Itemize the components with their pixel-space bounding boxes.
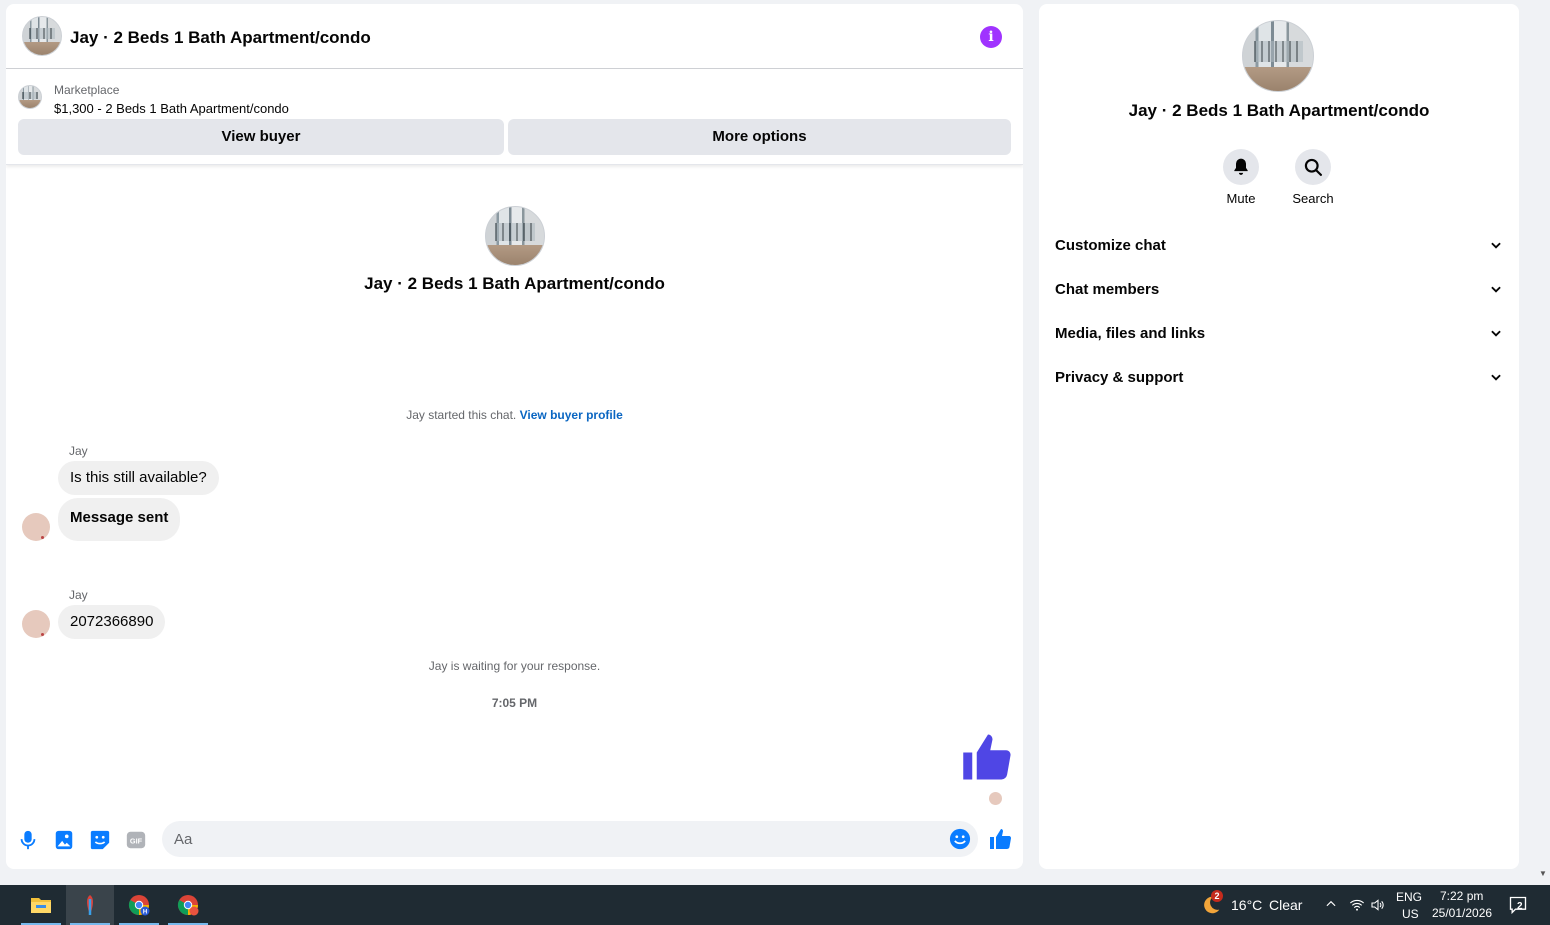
windows-taskbar: H 2 16°C Clear ENG US 7:22 pm 25/01/2026…	[0, 885, 1550, 925]
view-buyer-button[interactable]: View buyer	[18, 119, 504, 155]
message-input[interactable]	[162, 821, 978, 857]
privacy-support-section[interactable]: Privacy & support	[1055, 366, 1503, 390]
photo-icon[interactable]	[53, 829, 75, 851]
sender-avatar[interactable]	[22, 513, 50, 541]
search-button[interactable]: Search	[1273, 149, 1353, 206]
message-bubble[interactable]: Message sent	[58, 498, 181, 541]
notification-count: 2	[1517, 901, 1523, 912]
clock-date[interactable]: 25/01/2026	[1432, 906, 1492, 920]
chevron-down-icon	[1491, 286, 1501, 293]
page-scrollbar[interactable]: ▼	[1536, 0, 1550, 885]
app-icon	[87, 895, 93, 915]
message-bubble[interactable]: 2072366890	[58, 605, 166, 639]
conversation-title: Jay · 2 Beds 1 Bath Apartment/condo	[364, 274, 665, 293]
input-region[interactable]: US	[1402, 907, 1419, 921]
section-label: Media, files and links	[1055, 325, 1206, 342]
conversation-avatar[interactable]	[485, 206, 545, 266]
like-icon[interactable]	[989, 827, 1013, 851]
message-bubble[interactable]: Is this still available?	[58, 461, 219, 495]
chat-info-panel: Jay · 2 Beds 1 Bath Apartment/condo Mute…	[1039, 4, 1519, 869]
chat-started-text: Jay started this chat.	[406, 408, 517, 422]
chat-panel: Jay · 2 Beds 1 Bath Apartment/condo i Ma…	[6, 4, 1023, 869]
chrome-profile-h-taskbar-button[interactable]: H	[115, 885, 163, 925]
svg-text:GIF: GIF	[130, 837, 143, 846]
media-files-links-section[interactable]: Media, files and links	[1055, 322, 1503, 346]
marketplace-strip: Marketplace $1,300 - 2 Beds 1 Bath Apart…	[6, 69, 1023, 165]
mute-label: Mute	[1226, 191, 1256, 206]
info-icon[interactable]: i	[980, 26, 1002, 48]
chrome-icon	[177, 895, 199, 916]
search-icon	[1295, 149, 1331, 185]
folder-icon	[31, 898, 51, 913]
chrome-icon: H	[128, 895, 150, 916]
chevron-up-icon[interactable]	[1324, 897, 1338, 911]
emoji-icon[interactable]	[949, 828, 971, 850]
search-label: Search	[1292, 191, 1334, 206]
sticker-icon[interactable]	[89, 829, 111, 851]
chat-header: Jay · 2 Beds 1 Bath Apartment/condo i	[6, 4, 1023, 69]
more-options-button[interactable]: More options	[508, 119, 1011, 155]
network-icon[interactable]	[1349, 897, 1365, 913]
bell-icon	[1223, 149, 1259, 185]
chevron-down-icon	[1491, 242, 1501, 249]
microphone-icon[interactable]	[17, 829, 39, 851]
svg-text:H: H	[143, 910, 147, 916]
view-buyer-profile-link[interactable]: View buyer profile	[520, 408, 623, 422]
info-title: Jay · 2 Beds 1 Bath Apartment/condo	[1128, 101, 1430, 120]
volume-icon[interactable]	[1370, 897, 1386, 913]
weather-condition[interactable]: Clear	[1269, 897, 1302, 913]
chat-started-notice: Jay started this chat. View buyer profil…	[6, 408, 1023, 422]
message-sender: Jay	[69, 444, 88, 458]
message-timestamp: 7:05 PM	[491, 696, 538, 710]
scroll-down-arrow-icon[interactable]: ▼	[1539, 869, 1547, 878]
customize-chat-section[interactable]: Customize chat	[1055, 234, 1503, 258]
app-taskbar-button[interactable]	[66, 885, 114, 925]
sender-avatar[interactable]	[22, 610, 50, 638]
section-label: Customize chat	[1055, 237, 1166, 254]
sent-like-icon[interactable]	[961, 730, 1015, 784]
listing-price-title[interactable]: $1,300 - 2 Beds 1 Bath Apartment/condo	[54, 101, 289, 116]
file-explorer-taskbar-button[interactable]	[17, 885, 65, 925]
chevron-down-icon	[1491, 374, 1501, 381]
info-avatar[interactable]	[1242, 20, 1314, 92]
listing-avatar[interactable]	[22, 16, 62, 56]
listing-thumbnail[interactable]	[18, 85, 42, 109]
section-label: Privacy & support	[1055, 369, 1184, 386]
waiting-notice: Jay is waiting for your response.	[428, 659, 601, 673]
seen-receipt-avatar	[989, 792, 1002, 805]
chat-title[interactable]: Jay · 2 Beds 1 Bath Apartment/condo	[70, 28, 371, 48]
marketplace-label: Marketplace	[54, 83, 120, 97]
weather-temperature[interactable]: 16°C	[1231, 897, 1262, 913]
chat-members-section[interactable]: Chat members	[1055, 278, 1503, 302]
section-label: Chat members	[1055, 281, 1160, 298]
chevron-down-icon	[1491, 330, 1501, 337]
clock-time[interactable]: 7:22 pm	[1440, 889, 1483, 903]
message-sender: Jay	[69, 588, 88, 602]
input-language[interactable]: ENG	[1396, 890, 1422, 904]
mute-button[interactable]: Mute	[1201, 149, 1281, 206]
gif-icon[interactable]: GIF	[125, 829, 147, 851]
weather-badge: 2	[1211, 890, 1223, 902]
chrome-taskbar-button[interactable]	[164, 885, 212, 925]
